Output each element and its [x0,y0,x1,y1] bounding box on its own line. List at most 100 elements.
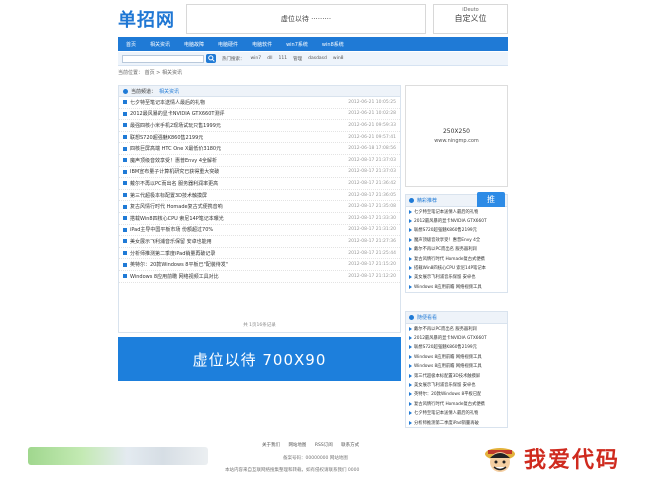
list-item[interactable]: 四核巨屏高端 HTC One X最低价3180元 2012-06-18 17:08… [119,143,400,155]
list-item[interactable]: 魔声顶级音效享受！惠普Envy 4全解析 2012-08-17 21:37:03 [119,155,400,167]
side-list-item[interactable]: 英特尔：20款Windows 8平板已配 [406,390,507,399]
side-item-text[interactable]: 七夕特至笔记本送情人最后的礼物 [414,410,478,416]
hot-word[interactable]: 管理 [293,56,302,62]
footer-link[interactable]: 联系方式 [341,443,359,448]
side-list-item[interactable]: 七夕特至笔记本送情人最后的礼物 [406,409,507,418]
nav-fault[interactable]: 电脑故障 [184,41,204,48]
side-list-item[interactable]: 戴尔不再以PC而出名 服务器利润 [406,324,507,333]
side-item-text[interactable]: 英特尔：20款Windows 8平板已配 [414,391,481,397]
side-list-item[interactable]: 七夕特至笔记本送情人最后的礼物 [406,207,507,216]
nav-news[interactable]: 相关资讯 [150,41,170,48]
search-icon [207,55,215,62]
side-list-item[interactable]: 戴尔不再以PC而出名 服务器利润 [406,245,507,254]
list-item[interactable]: 第三代超极本标配置3D技术触摸屏 2012-08-17 21:36:05 [119,190,400,202]
list-item[interactable]: 戴尔不再以PC而出名 服务器利润率更高 2012-08-17 21:36:42 [119,178,400,190]
list-item-title[interactable]: 魔声顶级音效享受！惠普Envy 4全解析 [130,157,348,164]
list-item-title[interactable]: 分析师推测第二季度iPad销量再破记录 [130,250,348,257]
list-item-title[interactable]: 第三代超极本标配置3D技术触摸屏 [130,192,348,199]
list-head-current[interactable]: 相关资讯 [159,88,179,95]
side-item-text[interactable]: 戴尔不再以PC而出名 服务器利润 [414,326,477,332]
list-item-date: 2012-08-17 21:33:30 [348,215,396,221]
list-item[interactable]: 七夕特至笔记本送情人最后的礼物 2012-06-21 10:05:25 [119,97,400,109]
list-item[interactable]: 2012最风暴的显卡NVIDIA GTX660T测评 2012-06-21 10:… [119,109,400,121]
list-item[interactable]: 美女展示飞利浦音乐保留 安卓也能用 2012-08-17 21:27:36 [119,236,400,248]
side-item-text[interactable]: Windows 8应用前瞻 网络视频工具 [414,284,482,290]
list-item[interactable]: 联想S720超强魅K860售2199元 2012-06-21 09:57:41 [119,132,400,144]
hot-word[interactable]: win8 [333,56,344,61]
side-item-text[interactable]: 分析师推测第二季度iPad销量再破 [414,420,479,426]
side-list-item[interactable]: 复古风情行时代 Homade复古式便携 [406,254,507,263]
list-item-title[interactable]: 最强四核小米手机2现场试玩只售1999元 [130,122,348,129]
list-item[interactable]: IBM宣布量子计算机研究已获得重大突破 2012-08-17 21:37:03 [119,167,400,179]
nav-win8[interactable]: win8系统 [322,41,344,48]
side-item-text[interactable]: 七夕特至笔记本送情人最后的礼物 [414,209,478,215]
side-list-item[interactable]: 美女展示飞利浦音乐保留 安卓也 [406,273,507,282]
bottom-banner-ad[interactable]: 虚位以待 700X90 [118,337,401,381]
search-input[interactable] [122,54,204,63]
side-list-item[interactable]: Windows 8应用前瞻 网络视频工具 [406,282,507,291]
list-item-title[interactable]: 戴尔不再以PC而出名 服务器利润率更高 [130,180,348,187]
side-item-text[interactable]: 2012最风暴的显卡NVIDIA GTX660T [414,218,487,224]
list-item[interactable]: Windows 8应用前瞻 网络视频工具对比 2012-08-17 21:12:2… [119,271,400,283]
footer-link[interactable]: 关于我们 [262,443,280,448]
side-item-text[interactable]: 搭载Win8四核心CPU 索尼14P笔记本 [414,265,486,271]
nav-software[interactable]: 电脑软件 [252,41,272,48]
side-item-text[interactable]: Windows 8应用前瞻 网络视频工具 [414,363,482,369]
side-item-text[interactable]: 联想S720超强魅K860售2199元 [414,344,477,350]
list-item[interactable]: 英特尔：20款Windows 8平板已"配装待发" 2012-08-17 21:1… [119,259,400,271]
list-item[interactable]: 最强四核小米手机2现场试玩只售1999元 2012-06-21 09:59:33 [119,120,400,132]
side-list-item[interactable]: Windows 8应用前瞻 网络视频工具 [406,362,507,371]
side-list-item[interactable]: 美女展示飞利浦音乐保留 安卓也 [406,380,507,389]
side-item-text[interactable]: 第三代超极本标配置3D技术触摸屏 [414,373,480,379]
list-item-title[interactable]: 美女展示飞利浦音乐保留 安卓也能用 [130,238,348,245]
nav-hardware[interactable]: 电脑硬件 [218,41,238,48]
top-banner-ad[interactable]: 虚位以待 ········· [186,4,426,34]
side-list-item[interactable]: 第三代超极本标配置3D技术触摸屏 [406,371,507,380]
list-item[interactable]: iPad主导中国平板市场 份额超过70% 2012-08-17 21:31:20 [119,225,400,237]
list-item-title[interactable]: 联想S720超强魅K860售2199元 [130,134,348,141]
hot-word[interactable]: dll [267,56,272,61]
list-item[interactable]: 复古风情行时代 Homade复古式便携音响 2012-08-17 21:35:08 [119,201,400,213]
side-list-item[interactable]: 复古风情行时代 Homade复古式便携 [406,399,507,408]
side-list-item[interactable]: 联想S720超强魅K860售2199元 [406,226,507,235]
list-item-title[interactable]: 2012最风暴的显卡NVIDIA GTX660T测评 [130,110,348,117]
side-item-text[interactable]: Windows 8应用前瞻 网络视频工具 [414,354,482,360]
side-item-text[interactable]: 2012最风暴的显卡NVIDIA GTX660T [414,335,487,341]
side-list-item[interactable]: 2012最风暴的显卡NVIDIA GTX660T [406,333,507,342]
nav-win7[interactable]: win7系统 [286,41,308,48]
list-item-title[interactable]: Windows 8应用前瞻 网络视频工具对比 [130,273,348,280]
footer-link[interactable]: 网站地图 [288,443,306,448]
list-item-title[interactable]: IBM宣布量子计算机研究已获得重大突破 [130,168,348,175]
search-button[interactable] [206,54,216,63]
list-item-title[interactable]: iPad主导中国平板市场 份额超过70% [130,226,348,233]
side-list-item[interactable]: Windows 8应用前瞻 网络视频工具 [406,352,507,361]
list-item[interactable]: 搭载Win8四核心CPU 索尼14P笔记本曝光 2012-08-17 21:33:… [119,213,400,225]
hot-word[interactable]: win7 [251,56,262,61]
side-item-text[interactable]: 魔声顶级音效享受！惠普Envy 4全 [414,237,480,243]
side-item-text[interactable]: 美女展示飞利浦音乐保留 安卓也 [414,382,476,388]
side-list-item[interactable]: 分析师推测第二季度iPad销量再破 [406,418,507,427]
hot-word[interactable]: 111 [279,56,288,61]
side-ad[interactable]: 250X250 www.ningmp.com [405,85,508,187]
side-list-item[interactable]: 联想S720超强魅K860售2199元 [406,343,507,352]
list-item-title[interactable]: 七夕特至笔记本送情人最后的礼物 [130,99,348,106]
side-item-text[interactable]: 联想S720超强魅K860售2199元 [414,227,477,233]
side-item-text[interactable]: 美女展示飞利浦音乐保留 安卓也 [414,274,476,280]
top-right-ad[interactable]: iDeuto 自定义位 [433,4,508,34]
side-list-item[interactable]: 魔声顶级音效享受！惠普Envy 4全 [406,235,507,244]
side-list-item[interactable]: 搭载Win8四核心CPU 索尼14P笔记本 [406,263,507,272]
hot-word[interactable]: dasdasd [308,56,327,61]
side-list-item[interactable]: 2012最风暴的显卡NVIDIA GTX660T [406,216,507,225]
side-item-text[interactable]: 戴尔不再以PC而出名 服务器利润 [414,246,477,252]
side-item-text[interactable]: 复古风情行时代 Homade复古式便携 [414,401,485,407]
list-item-title[interactable]: 复古风情行时代 Homade复古式便携音响 [130,203,348,210]
side-item-text[interactable]: 复古风情行时代 Homade复古式便携 [414,256,485,262]
nav-home[interactable]: 首页 [126,41,136,48]
arrow-bullet-icon [409,383,412,388]
list-item-title[interactable]: 英特尔：20款Windows 8平板已"配装待发" [130,261,348,268]
footer-link[interactable]: RSS订阅 [315,443,333,448]
list-item-title[interactable]: 四核巨屏高端 HTC One X最低价3180元 [130,145,348,152]
list-item-title[interactable]: 搭载Win8四核心CPU 索尼14P笔记本曝光 [130,215,348,222]
list-item[interactable]: 分析师推测第二季度iPad销量再破记录 2012-08-17 21:25:44 [119,248,400,260]
site-logo[interactable]: 单招网 [118,6,176,32]
